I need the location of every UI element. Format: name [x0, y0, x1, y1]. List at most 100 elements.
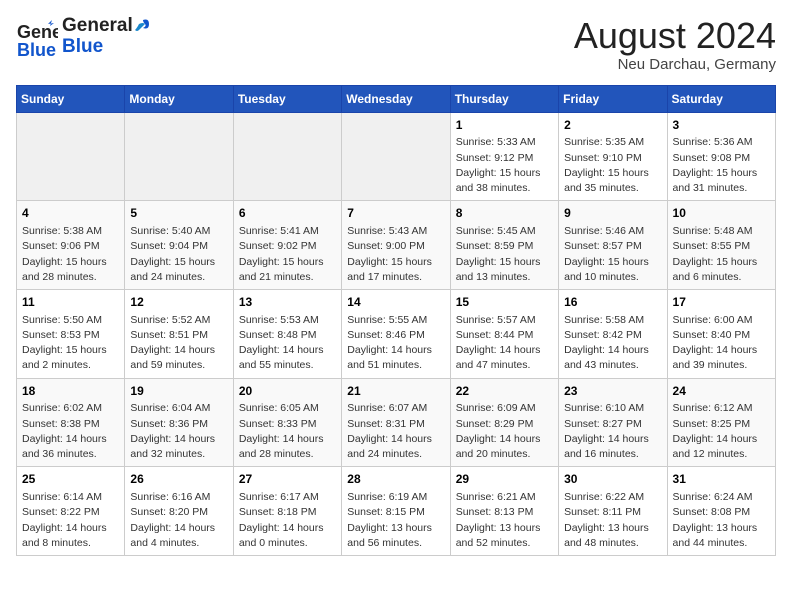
day-number: 28: [347, 471, 444, 488]
day-info: Sunrise: 6:17 AM Sunset: 8:18 PM Dayligh…: [239, 490, 336, 551]
calendar-cell: 3Sunrise: 5:36 AM Sunset: 9:08 PM Daylig…: [667, 112, 775, 201]
day-number: 19: [130, 383, 227, 400]
calendar-cell: 28 Sunrise: 6:19 AM Sunset: 8:15 PM Dayli…: [342, 467, 450, 556]
day-info: Sunrise: 6:00 AM Sunset: 8:40 PM Dayligh…: [673, 313, 770, 374]
day-info: Sunrise: 6:12 AM Sunset: 8:25 PM Dayligh…: [673, 401, 770, 462]
day-number: 30: [564, 471, 661, 488]
day-info: Sunrise: 5:52 AM Sunset: 8:51 PM Dayligh…: [130, 313, 227, 374]
day-info: Sunrise: 6:24 AM Sunset: 8:08 PM Dayligh…: [673, 490, 770, 551]
weekday-header-thursday: Thursday: [450, 85, 558, 112]
calendar-cell: 19Sunrise: 6:04 AM Sunset: 8:36 PM Dayli…: [125, 378, 233, 467]
day-info: Sunrise: 5:53 AM Sunset: 8:48 PM Dayligh…: [239, 313, 336, 374]
day-info: Sunrise: 5:38 AM Sunset: 9:06 PM Dayligh…: [22, 224, 119, 285]
day-number: 26: [130, 471, 227, 488]
calendar-cell: 29 Sunrise: 6:21 AM Sunset: 8:13 PM Dayli…: [450, 467, 558, 556]
bird-icon: [129, 16, 151, 38]
day-number: 20: [239, 383, 336, 400]
day-number: 2: [564, 117, 661, 134]
calendar-cell: 1Sunrise: 5:33 AM Sunset: 9:12 PM Daylig…: [450, 112, 558, 201]
day-number: 22: [456, 383, 553, 400]
day-info: Sunrise: 6:16 AM Sunset: 8:20 PM Dayligh…: [130, 490, 227, 551]
day-info: Sunrise: 5:55 AM Sunset: 8:46 PM Dayligh…: [347, 313, 444, 374]
day-info: Sunrise: 6:14 AM Sunset: 8:22 PM Dayligh…: [22, 490, 119, 551]
day-info: Sunrise: 5:36 AM Sunset: 9:08 PM Dayligh…: [673, 135, 770, 196]
day-info: Sunrise: 5:57 AM Sunset: 8:44 PM Dayligh…: [456, 313, 553, 374]
day-number: 13: [239, 294, 336, 311]
calendar-cell: [342, 112, 450, 201]
calendar-cell: 15 Sunrise: 5:57 AM Sunset: 8:44 PM Dayli…: [450, 289, 558, 378]
calendar-cell: 6 Sunrise: 5:41 AM Sunset: 9:02 PM Daylig…: [233, 201, 341, 290]
day-info: Sunrise: 5:46 AM Sunset: 8:57 PM Dayligh…: [564, 224, 661, 285]
day-info: Sunrise: 5:33 AM Sunset: 9:12 PM Dayligh…: [456, 135, 553, 196]
page-header: General Blue General Blue August 2024 Ne…: [16, 16, 776, 73]
day-number: 24: [673, 383, 770, 400]
weekday-header-wednesday: Wednesday: [342, 85, 450, 112]
calendar-cell: 25 Sunrise: 6:14 AM Sunset: 8:22 PM Dayli…: [17, 467, 125, 556]
logo-general: General: [62, 16, 133, 37]
day-number: 16: [564, 294, 661, 311]
calendar-cell: 26 Sunrise: 6:16 AM Sunset: 8:20 PM Dayli…: [125, 467, 233, 556]
calendar-cell: 8 Sunrise: 5:45 AM Sunset: 8:59 PM Daylig…: [450, 201, 558, 290]
day-number: 1: [456, 117, 553, 134]
svg-text:Blue: Blue: [17, 40, 56, 58]
day-number: 5: [130, 205, 227, 222]
calendar-cell: 4 Sunrise: 5:38 AM Sunset: 9:06 PM Daylig…: [17, 201, 125, 290]
day-number: 27: [239, 471, 336, 488]
calendar-cell: 2Sunrise: 5:35 AM Sunset: 9:10 PM Daylig…: [559, 112, 667, 201]
calendar-cell: 14 Sunrise: 5:55 AM Sunset: 8:46 PM Dayli…: [342, 289, 450, 378]
day-number: 17: [673, 294, 770, 311]
calendar-cell: 10 Sunrise: 5:48 AM Sunset: 8:55 PM Dayli…: [667, 201, 775, 290]
day-info: Sunrise: 5:45 AM Sunset: 8:59 PM Dayligh…: [456, 224, 553, 285]
calendar-cell: 12 Sunrise: 5:52 AM Sunset: 8:51 PM Dayli…: [125, 289, 233, 378]
day-number: 8: [456, 205, 553, 222]
weekday-header-tuesday: Tuesday: [233, 85, 341, 112]
day-info: Sunrise: 5:50 AM Sunset: 8:53 PM Dayligh…: [22, 313, 119, 374]
calendar-cell: 31 Sunrise: 6:24 AM Sunset: 8:08 PM Dayli…: [667, 467, 775, 556]
day-info: Sunrise: 5:58 AM Sunset: 8:42 PM Dayligh…: [564, 313, 661, 374]
title-area: August 2024 Neu Darchau, Germany: [574, 16, 776, 73]
day-info: Sunrise: 5:43 AM Sunset: 9:00 PM Dayligh…: [347, 224, 444, 285]
calendar-cell: 5Sunrise: 5:40 AM Sunset: 9:04 PM Daylig…: [125, 201, 233, 290]
day-number: 11: [22, 294, 119, 311]
day-number: 9: [564, 205, 661, 222]
day-number: 18: [22, 383, 119, 400]
day-info: Sunrise: 5:48 AM Sunset: 8:55 PM Dayligh…: [673, 224, 770, 285]
calendar-cell: 17 Sunrise: 6:00 AM Sunset: 8:40 PM Dayli…: [667, 289, 775, 378]
day-info: Sunrise: 6:07 AM Sunset: 8:31 PM Dayligh…: [347, 401, 444, 462]
calendar-cell: 11 Sunrise: 5:50 AM Sunset: 8:53 PM Dayli…: [17, 289, 125, 378]
calendar-cell: [233, 112, 341, 201]
calendar-cell: 20Sunrise: 6:05 AM Sunset: 8:33 PM Dayli…: [233, 378, 341, 467]
day-number: 12: [130, 294, 227, 311]
day-number: 15: [456, 294, 553, 311]
day-number: 29: [456, 471, 553, 488]
day-number: 25: [22, 471, 119, 488]
day-number: 3: [673, 117, 770, 134]
day-number: 23: [564, 383, 661, 400]
logo: General Blue General Blue: [16, 16, 151, 58]
page-subtitle: Neu Darchau, Germany: [574, 56, 776, 73]
day-number: 6: [239, 205, 336, 222]
logo-blue: Blue: [62, 37, 133, 58]
day-info: Sunrise: 5:41 AM Sunset: 9:02 PM Dayligh…: [239, 224, 336, 285]
weekday-header-monday: Monday: [125, 85, 233, 112]
day-info: Sunrise: 6:10 AM Sunset: 8:27 PM Dayligh…: [564, 401, 661, 462]
calendar-cell: 27 Sunrise: 6:17 AM Sunset: 8:18 PM Dayli…: [233, 467, 341, 556]
day-number: 4: [22, 205, 119, 222]
calendar-cell: [17, 112, 125, 201]
day-info: Sunrise: 6:09 AM Sunset: 8:29 PM Dayligh…: [456, 401, 553, 462]
day-info: Sunrise: 5:35 AM Sunset: 9:10 PM Dayligh…: [564, 135, 661, 196]
day-number: 31: [673, 471, 770, 488]
day-number: 10: [673, 205, 770, 222]
day-info: Sunrise: 6:22 AM Sunset: 8:11 PM Dayligh…: [564, 490, 661, 551]
calendar-cell: 23Sunrise: 6:10 AM Sunset: 8:27 PM Dayli…: [559, 378, 667, 467]
calendar-cell: 16 Sunrise: 5:58 AM Sunset: 8:42 PM Dayli…: [559, 289, 667, 378]
calendar-cell: 30 Sunrise: 6:22 AM Sunset: 8:11 PM Dayli…: [559, 467, 667, 556]
day-info: Sunrise: 6:21 AM Sunset: 8:13 PM Dayligh…: [456, 490, 553, 551]
calendar-cell: 24Sunrise: 6:12 AM Sunset: 8:25 PM Dayli…: [667, 378, 775, 467]
logo-icon: General Blue: [16, 16, 58, 58]
day-info: Sunrise: 6:04 AM Sunset: 8:36 PM Dayligh…: [130, 401, 227, 462]
day-info: Sunrise: 6:19 AM Sunset: 8:15 PM Dayligh…: [347, 490, 444, 551]
day-number: 14: [347, 294, 444, 311]
calendar-cell: 9 Sunrise: 5:46 AM Sunset: 8:57 PM Daylig…: [559, 201, 667, 290]
svg-text:General: General: [17, 22, 58, 42]
